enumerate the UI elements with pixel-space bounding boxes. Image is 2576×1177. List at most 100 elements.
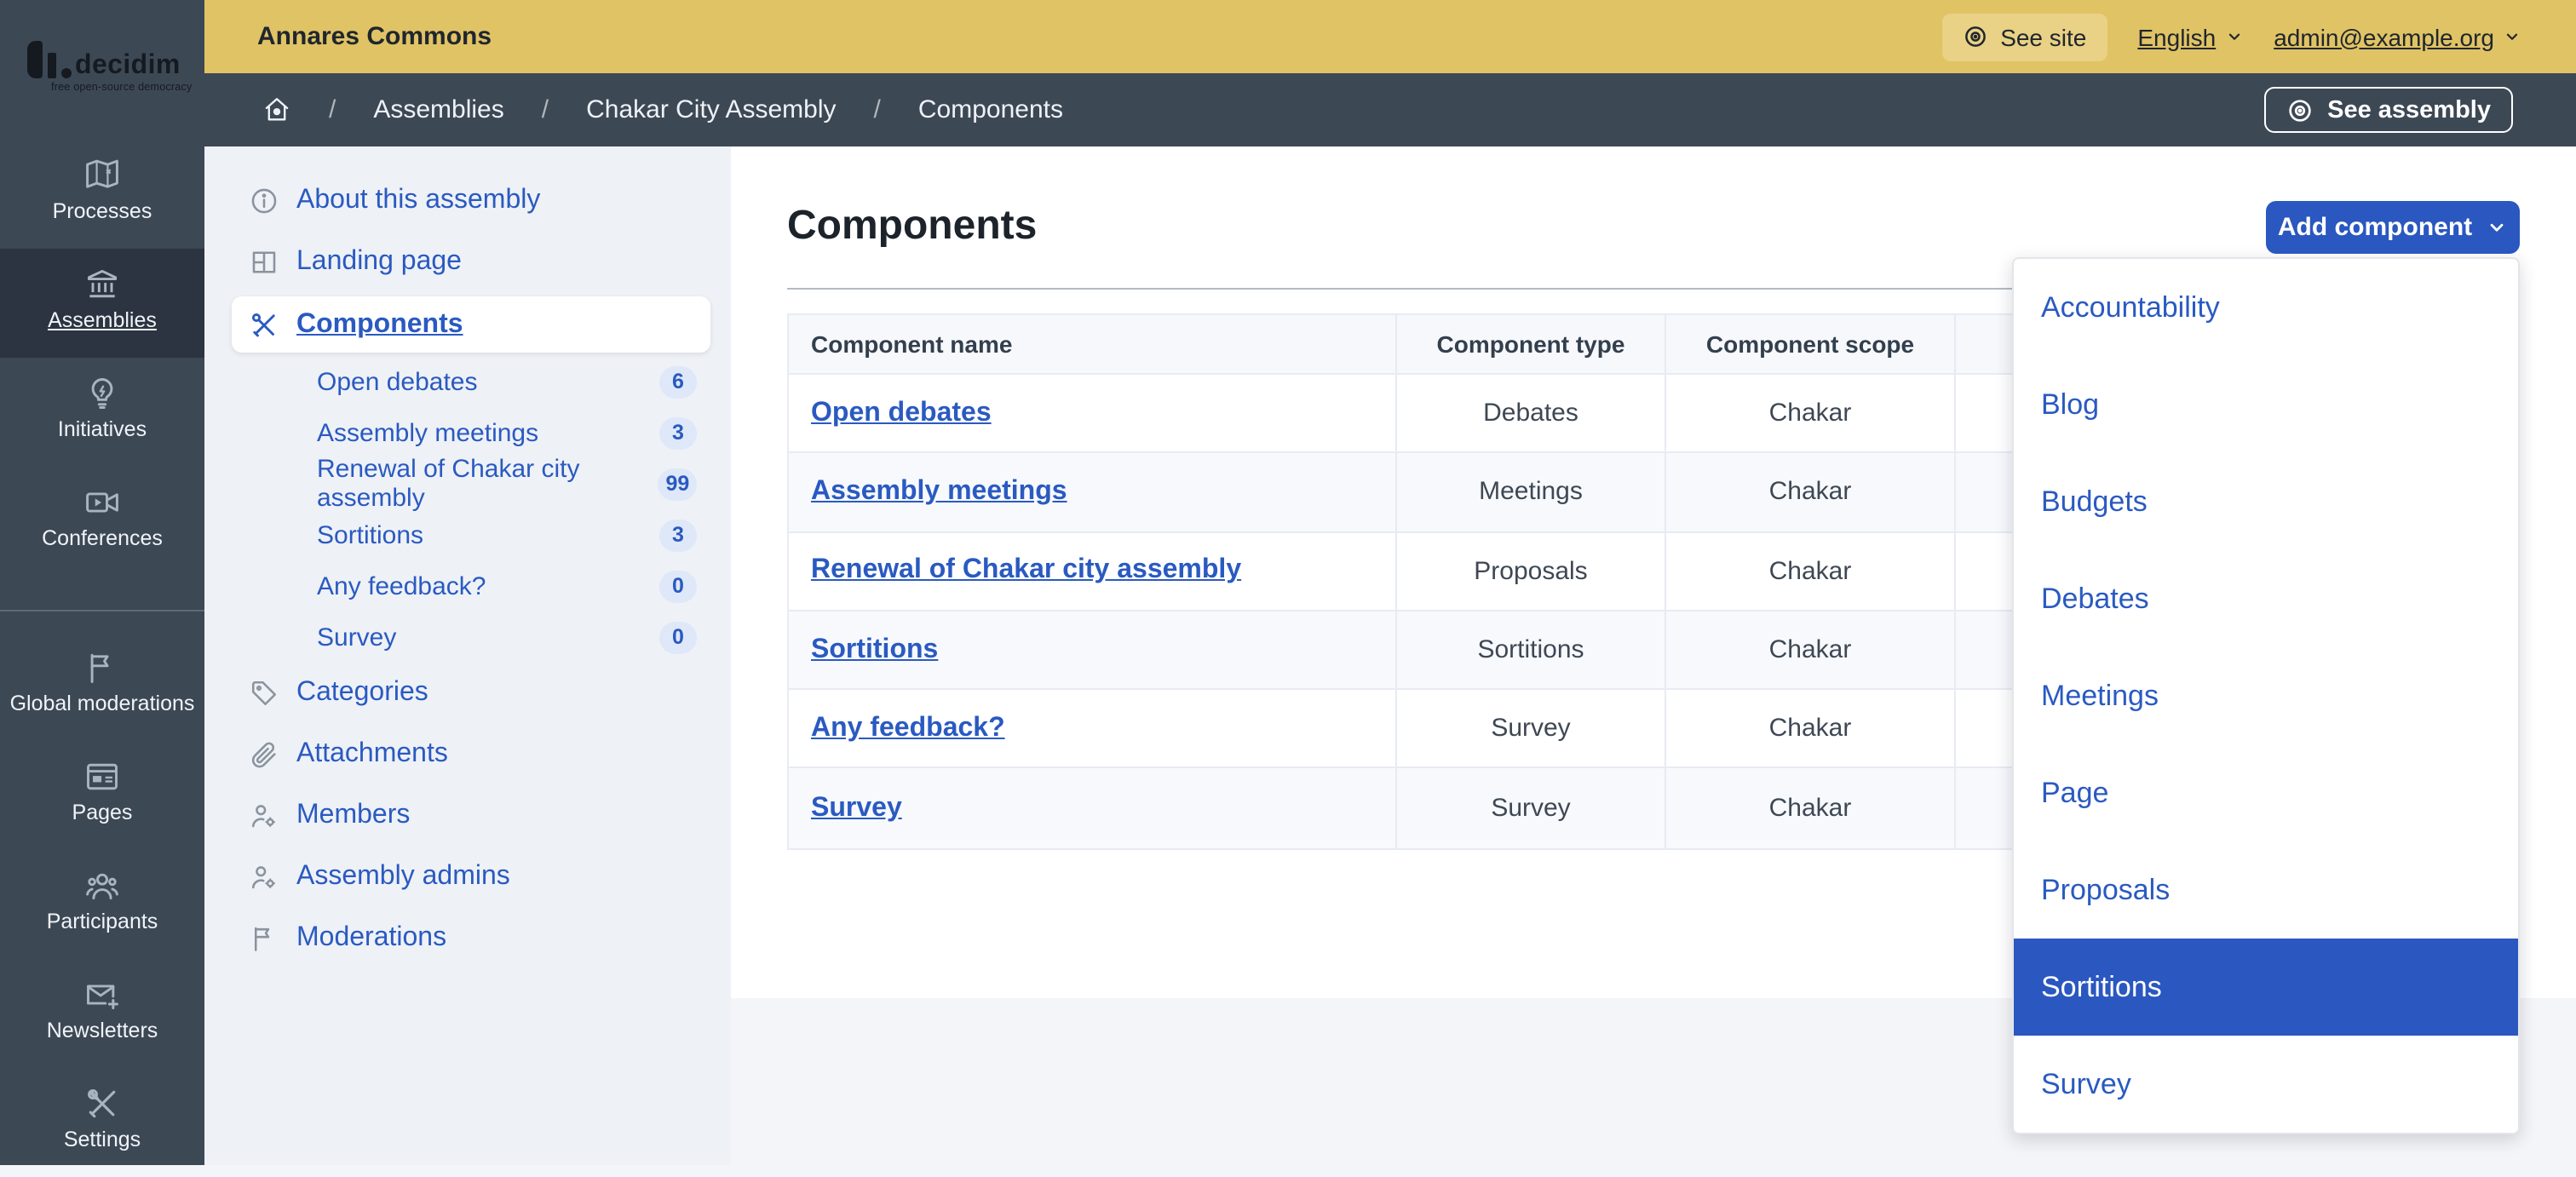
component-scope-cell: Chakar <box>1666 769 1956 848</box>
lightbulb-icon <box>83 375 121 412</box>
sidebar-item-label: Components <box>296 309 463 340</box>
sidebar-item-label: Assemblies <box>48 308 157 332</box>
component-name-link[interactable]: Assembly meetings <box>811 477 1067 508</box>
sidebar-item-settings[interactable]: Settings <box>0 1068 204 1177</box>
assembly-sidebar: About this assembly Landing page Compone… <box>204 146 731 1165</box>
sidebar-item-assemblies[interactable]: Assemblies <box>0 249 204 358</box>
count-badge: 3 <box>659 519 697 551</box>
user-gear-icon <box>249 862 279 893</box>
top-bar: Annares Commons See site English admin@e… <box>204 0 2576 73</box>
sidebar-item-label: Categories <box>296 678 428 709</box>
sidebar-item-label: Moderations <box>296 923 446 954</box>
tag-icon <box>249 678 279 709</box>
sidebar-item-members[interactable]: Members <box>204 785 731 847</box>
main-sidebar: decidim free open-source democracy Proce… <box>0 0 204 1165</box>
mail-plus-icon <box>83 976 121 1013</box>
component-name-link[interactable]: Open debates <box>811 398 992 428</box>
sidebar-item-initiatives[interactable]: Initiatives <box>0 358 204 467</box>
sidebar-item-survey[interactable]: Survey 0 <box>204 611 731 663</box>
column-header-component-type: Component type <box>1397 315 1666 375</box>
language-label: English <box>2137 23 2216 50</box>
sidebar-item-assembly-meetings[interactable]: Assembly meetings 3 <box>204 407 731 458</box>
component-name-link[interactable]: Sortitions <box>811 634 938 665</box>
breadcrumb-bar: / Assemblies / Chakar City Assembly / Co… <box>204 73 2576 146</box>
tools-icon <box>249 309 279 340</box>
organization-title: Annares Commons <box>257 22 492 51</box>
sidebar-item-moderations[interactable]: Moderations <box>204 908 731 969</box>
sidebar-item-label: Newsletters <box>47 1019 158 1042</box>
sidebar-item-sortitions[interactable]: Sortitions 3 <box>204 509 731 560</box>
dropdown-item-meetings[interactable]: Meetings <box>2014 647 2518 744</box>
sidebar-item-participants[interactable]: Participants <box>0 850 204 959</box>
component-link-label: Any feedback? <box>317 571 486 600</box>
sidebar-item-label: Initiatives <box>58 417 147 441</box>
component-type-cell: Survey <box>1397 769 1666 848</box>
eye-icon <box>1963 24 1988 49</box>
bank-icon <box>83 266 121 303</box>
language-selector[interactable]: English <box>2137 23 2243 50</box>
breadcrumb-separator: / <box>329 95 336 124</box>
eye-icon <box>2286 96 2314 123</box>
see-site-button[interactable]: See site <box>1942 13 2107 60</box>
breadcrumb-chakar-city-assembly[interactable]: Chakar City Assembly <box>586 95 836 124</box>
breadcrumb-assemblies[interactable]: Assemblies <box>373 95 503 124</box>
sidebar-item-label: Global moderations <box>10 692 195 715</box>
flag-icon <box>249 923 279 954</box>
see-assembly-button[interactable]: See assembly <box>2264 87 2513 133</box>
sidebar-item-assembly-admins[interactable]: Assembly admins <box>204 847 731 908</box>
dropdown-item-accountability[interactable]: Accountability <box>2014 259 2518 356</box>
paperclip-icon <box>249 739 279 770</box>
sidebar-item-components[interactable]: Components <box>232 296 710 353</box>
sidebar-item-any-feedback[interactable]: Any feedback? 0 <box>204 560 731 611</box>
dropdown-item-page[interactable]: Page <box>2014 744 2518 841</box>
chevron-down-icon <box>2486 216 2508 238</box>
sidebar-item-landing-page[interactable]: Landing page <box>204 232 731 293</box>
component-name-link[interactable]: Survey <box>811 793 902 824</box>
sidebar-item-newsletters[interactable]: Newsletters <box>0 959 204 1068</box>
add-component-button[interactable]: Add component <box>2266 201 2520 254</box>
count-badge: 3 <box>659 416 697 449</box>
user-menu[interactable]: admin@example.org <box>2274 23 2521 50</box>
sidebar-item-label: Processes <box>53 199 152 223</box>
component-scope-cell: Chakar <box>1666 611 1956 691</box>
home-icon[interactable] <box>262 95 291 124</box>
sidebar-item-pages[interactable]: Pages <box>0 741 204 850</box>
component-scope-cell: Chakar <box>1666 690 1956 769</box>
sidebar-item-categories[interactable]: Categories <box>204 663 731 724</box>
map-icon <box>83 157 121 194</box>
sidebar-item-processes[interactable]: Processes <box>0 140 204 249</box>
component-scope-cell: Chakar <box>1666 532 1956 611</box>
decidim-tagline: free open-source democracy <box>51 82 189 94</box>
dropdown-item-blog[interactable]: Blog <box>2014 356 2518 453</box>
sidebar-item-label: About this assembly <box>296 186 540 216</box>
sidebar-item-attachments[interactable]: Attachments <box>204 724 731 785</box>
people-icon <box>83 867 121 904</box>
sidebar-item-label: Pages <box>72 801 133 824</box>
component-link-label: Survey <box>317 623 396 652</box>
sidebar-item-global-moderations[interactable]: Global moderations <box>0 632 204 741</box>
dropdown-item-survey[interactable]: Survey <box>2014 1036 2518 1133</box>
sidebar-item-about-this-assembly[interactable]: About this assembly <box>204 170 731 232</box>
sidebar-item-label: Attachments <box>296 739 448 770</box>
component-link-label: Assembly meetings <box>317 418 538 447</box>
info-icon <box>249 186 279 216</box>
dropdown-item-debates[interactable]: Debates <box>2014 550 2518 647</box>
breadcrumb: / Assemblies / Chakar City Assembly / Co… <box>262 95 1063 124</box>
component-type-cell: Debates <box>1397 375 1666 454</box>
sidebar-item-conferences[interactable]: Conferences <box>0 467 204 576</box>
dropdown-item-budgets[interactable]: Budgets <box>2014 453 2518 550</box>
sidebar-item-label: Settings <box>64 1128 141 1151</box>
dropdown-item-proposals[interactable]: Proposals <box>2014 841 2518 939</box>
component-name-link[interactable]: Any feedback? <box>811 714 1005 744</box>
page-title: Components <box>787 203 1037 250</box>
decidim-logo[interactable]: decidim free open-source democracy <box>27 41 189 94</box>
component-name-link[interactable]: Renewal of Chakar city assembly <box>811 555 1241 586</box>
breadcrumb-separator: / <box>874 95 881 124</box>
sidebar-item-renewal-of-chakar-city-assembly[interactable]: Renewal of Chakar city assembly 99 <box>204 458 731 509</box>
dropdown-item-sortitions[interactable]: Sortitions <box>2014 939 2518 1036</box>
decidim-logo-mark <box>27 41 72 78</box>
sidebar-item-open-debates[interactable]: Open debates 6 <box>204 356 731 407</box>
component-type-cell: Sortitions <box>1397 611 1666 691</box>
breadcrumb-components[interactable]: Components <box>918 95 1063 124</box>
component-scope-cell: Chakar <box>1666 375 1956 454</box>
